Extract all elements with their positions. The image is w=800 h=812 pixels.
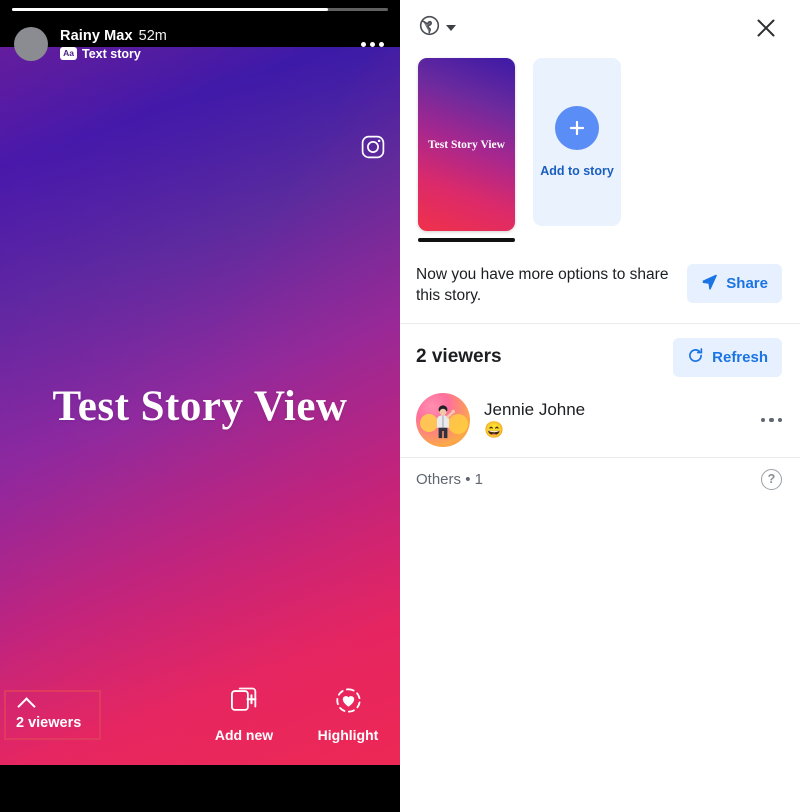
dot: [777, 417, 782, 422]
story-type-label: Text story: [82, 46, 141, 61]
list-item[interactable]: Jennie Johne 😄: [400, 389, 800, 457]
story-canvas[interactable]: [0, 47, 400, 765]
share-button-label: Share: [726, 275, 768, 292]
dot: [769, 417, 774, 422]
bottom-letterbox-bar: [0, 765, 400, 812]
story-progress-track[interactable]: [12, 8, 388, 11]
dot: [370, 41, 375, 47]
add-to-story-label: Add to story: [540, 164, 614, 178]
add-to-story-card[interactable]: Add to story: [533, 58, 621, 226]
refresh-button[interactable]: Refresh: [673, 337, 782, 377]
active-story-indicator: [418, 238, 515, 242]
chevron-down-icon: [446, 25, 456, 31]
dot: [760, 417, 765, 422]
story-type-row: Aa Text story: [60, 47, 359, 61]
add-photo-icon: [230, 686, 259, 720]
viewer-name: Jennie Johne: [484, 400, 586, 420]
viewer-reaction: 😄: [484, 422, 504, 440]
plus-icon: [555, 106, 599, 150]
others-text: Others: [416, 470, 462, 488]
share-prompt-message: Now you have more options to share this …: [416, 266, 669, 305]
story-progress-fill: [12, 8, 328, 11]
author-avatar[interactable]: [14, 27, 48, 61]
others-separator: •: [465, 470, 471, 488]
story-pane: Rainy Max 52m Aa Text story Test Story V…: [0, 0, 400, 812]
author-info: Rainy Max 52m Aa Text story: [60, 28, 359, 61]
text-story-badge-icon: Aa: [60, 47, 77, 60]
privacy-selector[interactable]: [418, 14, 456, 42]
highlight-label: Highlight: [317, 727, 379, 743]
share-prompt-row: Now you have more options to share this …: [400, 242, 800, 324]
others-count: 1: [474, 470, 483, 488]
story-actions: Add new Highlight: [208, 686, 384, 743]
viewers-count-label: 2 viewers: [16, 714, 82, 731]
story-viewer-screen: Rainy Max 52m Aa Text story Test Story V…: [0, 0, 800, 812]
story-header: Rainy Max 52m Aa Text story: [0, 18, 400, 70]
viewer-more-options-button[interactable]: [760, 408, 782, 433]
avatar[interactable]: [416, 392, 470, 447]
panel-header: [400, 0, 800, 56]
close-icon[interactable]: [752, 14, 780, 42]
share-button[interactable]: Share: [687, 264, 782, 303]
dot: [379, 41, 384, 47]
share-arrow-icon: [701, 273, 718, 294]
story-cards-row: Test Story View Add to story: [400, 58, 800, 242]
instagram-icon[interactable]: [360, 134, 386, 160]
story-more-options-button[interactable]: [359, 34, 386, 55]
viewers-header-row: 2 viewers Refresh: [400, 324, 800, 389]
viewers-count-title: 2 viewers: [416, 346, 502, 368]
others-label: Others • 1: [416, 471, 483, 488]
heart-highlight-icon: [334, 686, 363, 720]
dot: [361, 41, 366, 47]
current-story-card[interactable]: Test Story View: [418, 58, 515, 242]
highlight-button[interactable]: Highlight: [312, 686, 384, 743]
add-new-button[interactable]: Add new: [208, 686, 280, 743]
author-name-row: Rainy Max 52m: [60, 28, 359, 44]
story-thumbnail-caption: Test Story View: [428, 138, 505, 151]
story-thumbnail[interactable]: Test Story View: [418, 58, 515, 231]
viewers-toggle-button[interactable]: 2 viewers: [4, 690, 101, 740]
chevron-up-icon: [17, 696, 36, 716]
author-name: Rainy Max: [60, 27, 133, 44]
viewer-info: Jennie Johne 😄: [484, 400, 747, 439]
others-row: Others • 1 ?: [400, 456, 800, 501]
refresh-icon: [687, 347, 704, 368]
globe-icon: [418, 14, 441, 42]
story-timestamp: 52m: [138, 27, 167, 44]
story-footer: 2 viewers Add new Highlight: [0, 680, 400, 765]
help-circle-icon[interactable]: ?: [761, 468, 782, 490]
add-new-label: Add new: [214, 727, 274, 743]
refresh-button-label: Refresh: [712, 348, 768, 366]
story-details-panel: Test Story View Add to story Now you hav…: [400, 0, 800, 812]
